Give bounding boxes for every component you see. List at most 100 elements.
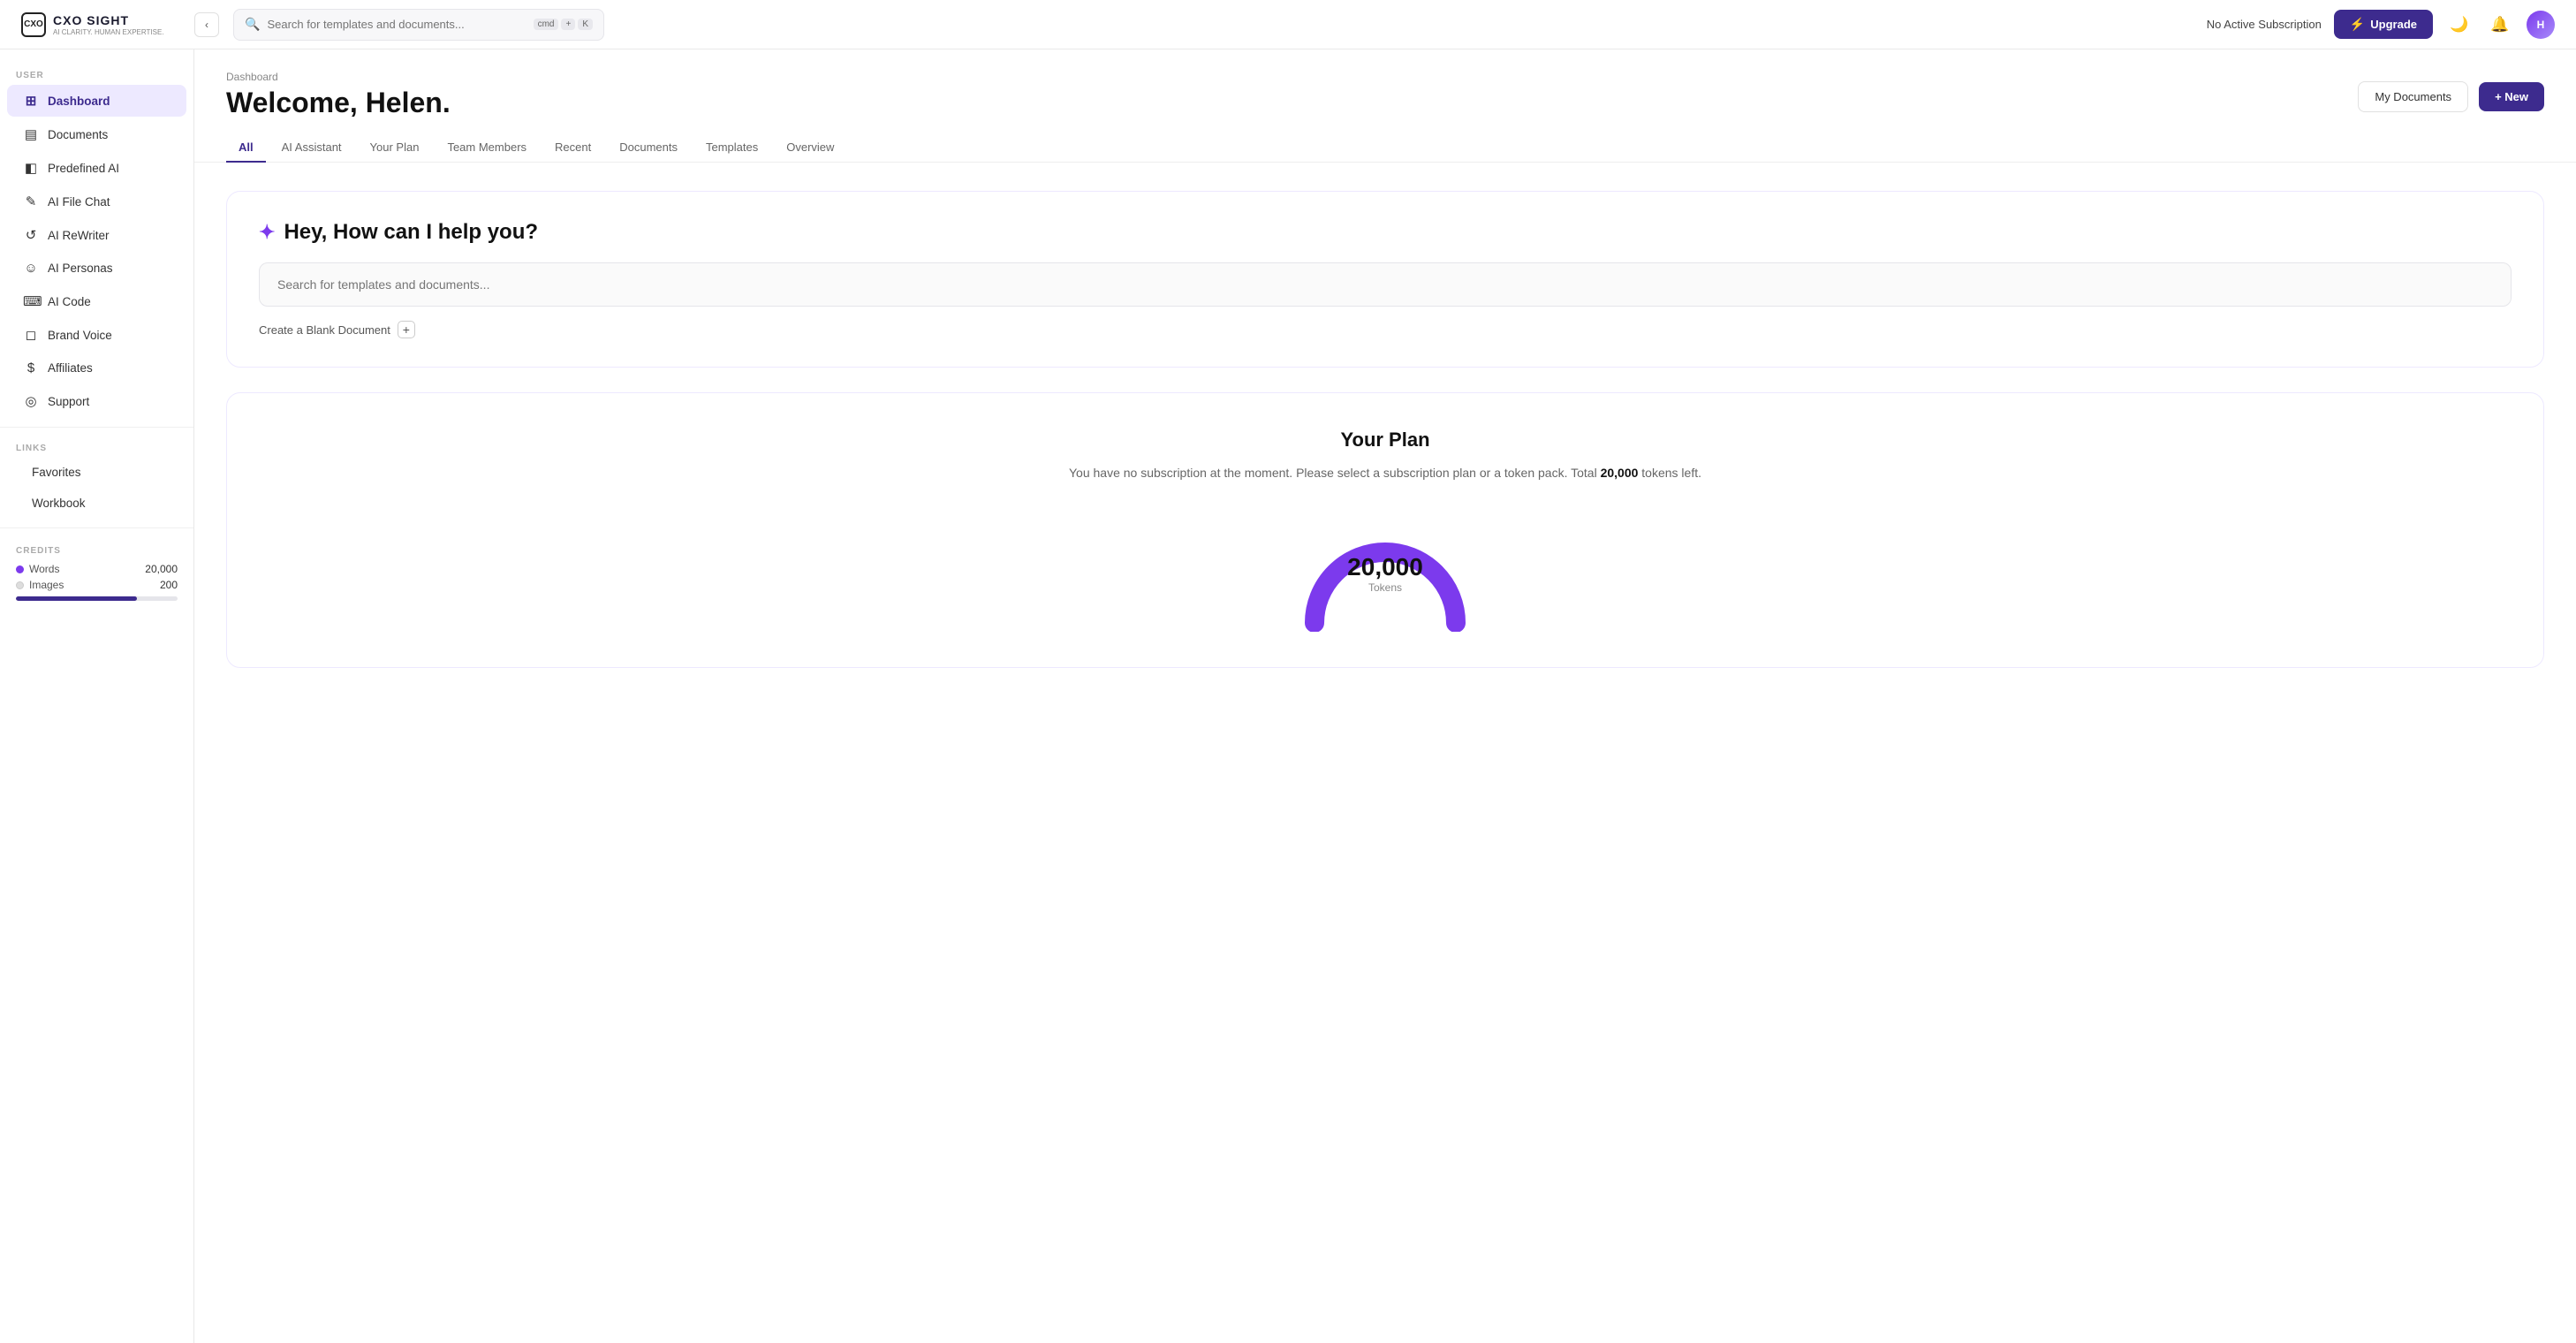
tab-your-plan[interactable]: Your Plan [358,133,432,163]
search-input[interactable] [267,18,526,31]
ai-file-chat-icon: ✎ [23,193,39,209]
page-title-area: Dashboard Welcome, Helen. [226,71,451,119]
sidebar-item-label: Workbook [32,497,86,510]
sidebar-item-label: Brand Voice [48,329,112,342]
ai-rewriter-icon: ↺ [23,227,39,243]
credits-section: CREDITS Words 20,000 Images 200 [0,537,193,610]
ai-personas-icon: ☺ [23,261,39,276]
sidebar-item-label: AI ReWriter [48,229,110,242]
page-header: Dashboard Welcome, Helen. My Documents +… [194,49,2576,119]
brand-voice-icon: ◻ [23,327,39,343]
topnav: CXO CXO SIGHT AI CLARITY. HUMAN EXPERTIS… [0,0,2576,49]
tab-team-members[interactable]: Team Members [435,133,539,163]
gauge-wrap: 20,000 Tokens [1297,535,1474,632]
search-icon: 🔍 [245,17,260,32]
gauge-center: 20,000 Tokens [1347,553,1423,594]
avatar[interactable]: H [2527,11,2555,39]
dashboard-icon: ⊞ [23,93,39,109]
images-value: 200 [160,579,178,591]
sidebar-item-workbook[interactable]: Workbook [7,489,186,518]
notifications-button[interactable]: 🔔 [2486,11,2514,39]
my-documents-button[interactable]: My Documents [2358,81,2468,112]
ai-help-section: ✦ Hey, How can I help you? Create a Blan… [226,191,2544,368]
sidebar: USER ⊞ Dashboard ▤ Documents ◧ Predefine… [0,49,194,1343]
logo-icon: CXO [21,12,46,37]
credits-progress-fill [16,596,137,601]
tokens-gauge: 20,000 Tokens [259,508,2512,632]
images-label: Images [29,579,64,591]
links-section-label: LINKS [0,436,193,457]
user-section-label: USER [0,64,193,84]
ai-help-title: ✦ Hey, How can I help you? [259,220,2512,245]
sidebar-item-dashboard[interactable]: ⊞ Dashboard [7,85,186,117]
logo-text: CXO SIGHT AI CLARITY. HUMAN EXPERTISE. [53,13,164,36]
tab-recent[interactable]: Recent [542,133,603,163]
images-credits-row: Images 200 [16,579,178,591]
tab-all[interactable]: All [226,133,266,163]
create-blank-document-button[interactable]: Create a Blank Document + [259,321,2512,338]
nav-right: No Active Subscription ⚡ Upgrade 🌙 🔔 H [2207,10,2555,39]
words-credits-row: Words 20,000 [16,563,178,575]
sidebar-item-ai-personas[interactable]: ☺ AI Personas [7,253,186,284]
ai-search-bar[interactable] [259,262,2512,307]
sidebar-item-favorites[interactable]: Favorites [7,458,186,487]
content-area: ✦ Hey, How can I help you? Create a Blan… [194,163,2576,696]
sidebar-item-label: Predefined AI [48,162,119,175]
sidebar-item-ai-rewriter[interactable]: ↺ AI ReWriter [7,219,186,251]
words-label: Words [29,563,59,575]
lightning-icon: ⚡ [2350,17,2365,32]
documents-icon: ▤ [23,126,39,142]
upgrade-button[interactable]: ⚡ Upgrade [2334,10,2433,39]
sidebar-item-documents[interactable]: ▤ Documents [7,118,186,150]
plan-section: Your Plan You have no subscription at th… [226,392,2544,668]
sidebar-item-label: Documents [48,128,108,141]
sidebar-item-ai-code[interactable]: ⌨ AI Code [7,285,186,317]
words-value: 20,000 [145,563,178,575]
header-actions: My Documents + New [2358,81,2544,112]
ai-code-icon: ⌨ [23,293,39,309]
tab-templates[interactable]: Templates [693,133,770,163]
new-button[interactable]: + New [2479,82,2544,111]
main-content: Dashboard Welcome, Helen. My Documents +… [194,49,2576,1343]
sparkle-icon: ✦ [259,221,275,244]
sidebar-item-label: Support [48,395,89,408]
plan-description: You have no subscription at the moment. … [259,466,2512,480]
predefined-ai-icon: ◧ [23,160,39,176]
words-dot [16,565,24,573]
layout: USER ⊞ Dashboard ▤ Documents ◧ Predefine… [0,49,2576,1343]
global-search-bar[interactable]: 🔍 cmd + K [233,9,604,41]
tab-documents[interactable]: Documents [607,133,690,163]
sidebar-item-label: AI Code [48,295,91,308]
search-shortcut: cmd + K [534,19,593,30]
ai-search-input[interactable] [277,277,2493,292]
plan-title: Your Plan [259,429,2512,451]
images-dot [16,581,24,589]
sidebar-item-affiliates[interactable]: $ Affiliates [7,353,186,383]
sidebar-item-support[interactable]: ◎ Support [7,385,186,417]
credits-label: CREDITS [16,546,178,563]
tab-ai-assistant[interactable]: AI Assistant [269,133,354,163]
sidebar-item-label: Favorites [32,466,81,479]
tab-overview[interactable]: Overview [774,133,846,163]
dark-mode-button[interactable]: 🌙 [2445,11,2474,39]
breadcrumb: Dashboard [226,71,451,83]
gauge-label: Tokens [1347,581,1423,594]
gauge-number: 20,000 [1347,553,1423,581]
sidebar-divider-2 [0,527,193,528]
no-subscription-label: No Active Subscription [2207,18,2322,31]
plus-icon: + [398,321,415,338]
credits-progress-bar [16,596,178,601]
support-icon: ◎ [23,393,39,409]
sidebar-item-label: AI File Chat [48,195,110,209]
sidebar-item-ai-file-chat[interactable]: ✎ AI File Chat [7,186,186,217]
logo-area: CXO CXO SIGHT AI CLARITY. HUMAN EXPERTIS… [21,12,180,37]
affiliates-icon: $ [23,360,39,376]
tabs-bar: All AI Assistant Your Plan Team Members … [194,119,2576,163]
sidebar-item-label: Dashboard [48,95,110,108]
collapse-sidebar-button[interactable]: ‹ [194,12,219,37]
sidebar-item-predefined-ai[interactable]: ◧ Predefined AI [7,152,186,184]
sidebar-item-label: AI Personas [48,262,113,275]
sidebar-item-brand-voice[interactable]: ◻ Brand Voice [7,319,186,351]
page-title: Welcome, Helen. [226,87,451,119]
sidebar-item-label: Affiliates [48,361,93,375]
